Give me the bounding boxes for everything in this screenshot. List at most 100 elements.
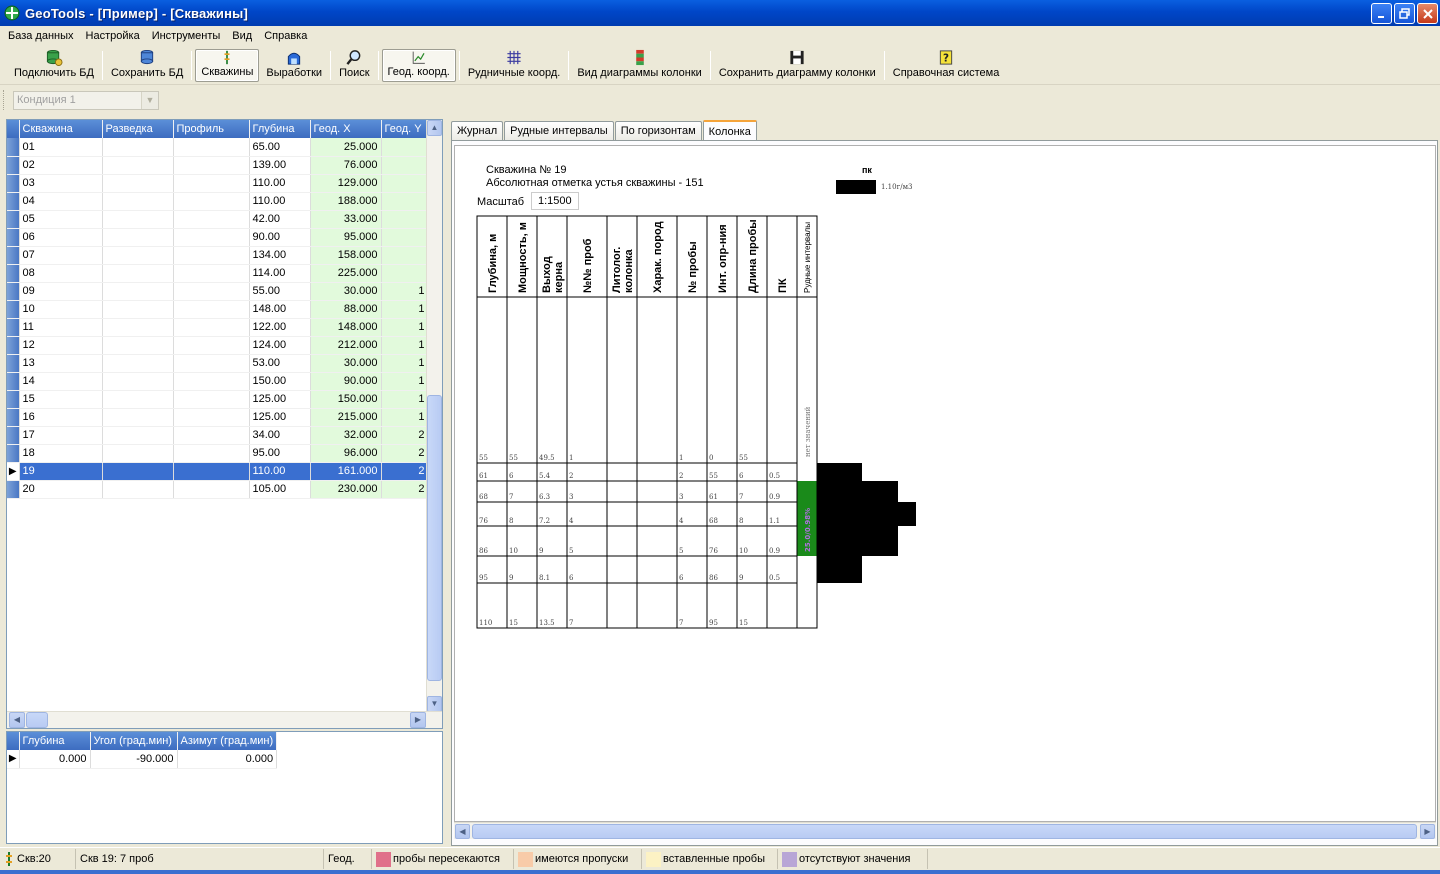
cell-geod-y[interactable]: 1 — [381, 372, 429, 391]
cell-depth[interactable]: 34.00 — [249, 426, 311, 445]
cell-profile[interactable] — [173, 282, 250, 301]
scroll-left-icon[interactable]: ◀ — [455, 824, 470, 839]
table-row[interactable]: 14 150.00 90.000 1 — [7, 372, 429, 391]
panel-splitter[interactable] — [446, 118, 450, 846]
condition-select[interactable]: Кондиция 1 ▼ — [13, 91, 159, 110]
cell-exploration[interactable] — [102, 174, 174, 193]
cell-well[interactable]: 09 — [19, 282, 103, 301]
table-row[interactable]: 18 95.00 96.000 2 — [7, 444, 429, 463]
table-row[interactable]: 09 55.00 30.000 1 — [7, 282, 429, 301]
cell-geod-y[interactable] — [381, 246, 429, 265]
cell-geod-x[interactable]: 90.000 — [310, 372, 382, 391]
cell-exploration[interactable] — [102, 390, 174, 409]
cell-depth[interactable]: 65.00 — [249, 138, 311, 157]
cell-exploration[interactable] — [102, 300, 174, 319]
cell-geod-y[interactable]: 1 — [381, 390, 429, 409]
cell-well[interactable]: 04 — [19, 192, 103, 211]
cell-exploration[interactable] — [102, 210, 174, 229]
cell-depth[interactable]: 55.00 — [249, 282, 311, 301]
cell-well[interactable]: 13 — [19, 354, 103, 373]
workings-button[interactable]: Выработки — [261, 49, 327, 82]
cell-depth[interactable]: 42.00 — [249, 210, 311, 229]
cell-well[interactable]: 18 — [19, 444, 103, 463]
menu-tools[interactable]: Инструменты — [146, 30, 227, 42]
scroll-thumb[interactable] — [427, 395, 442, 681]
help-button[interactable]: ? Справочная система — [888, 49, 1005, 82]
cell-depth[interactable]: 95.00 — [249, 444, 311, 463]
table-row[interactable]: 01 65.00 25.000 — [7, 138, 429, 157]
cell-geod-y[interactable] — [381, 210, 429, 229]
cell-depth[interactable]: 114.00 — [249, 264, 311, 283]
cell-profile[interactable] — [173, 336, 250, 355]
table-row[interactable]: 08 114.00 225.000 — [7, 264, 429, 283]
save-column-button[interactable]: Сохранить диаграмму колонки — [714, 49, 881, 82]
cell-well[interactable]: 16 — [19, 408, 103, 427]
cell-well[interactable]: 06 — [19, 228, 103, 247]
cell-geod-x[interactable]: 95.000 — [310, 228, 382, 247]
cell-exploration[interactable] — [102, 318, 174, 337]
cell-well[interactable]: 20 — [19, 480, 103, 499]
cell-exploration[interactable] — [102, 480, 174, 499]
cell-geod-x[interactable]: 32.000 — [310, 426, 382, 445]
cell-geod-y[interactable] — [381, 228, 429, 247]
cell-exploration[interactable] — [102, 156, 174, 175]
cell-profile[interactable] — [173, 318, 250, 337]
cell-geod-y[interactable]: 1 — [381, 408, 429, 427]
cell-well[interactable]: 01 — [19, 138, 103, 157]
column-header-well[interactable]: Скважина — [19, 120, 103, 138]
menu-view[interactable]: Вид — [226, 30, 258, 42]
cell-geod-x[interactable]: 88.000 — [310, 300, 382, 319]
cell-exploration[interactable] — [102, 372, 174, 391]
table-row[interactable]: 15 125.00 150.000 1 — [7, 390, 429, 409]
cell-geod-y[interactable] — [381, 156, 429, 175]
scroll-up-icon[interactable]: ▲ — [427, 120, 442, 136]
cell-depth[interactable]: 125.00 — [249, 390, 311, 409]
cell-geod-x[interactable]: 96.000 — [310, 444, 382, 463]
cell-profile[interactable] — [173, 264, 250, 283]
table-row[interactable]: 07 134.00 158.000 — [7, 246, 429, 265]
cell-geod-y[interactable] — [381, 174, 429, 193]
table-row[interactable]: 02 139.00 76.000 — [7, 156, 429, 175]
cell-geod-y[interactable]: 2 — [381, 480, 429, 499]
cell-depth[interactable]: 90.00 — [249, 228, 311, 247]
cell-profile[interactable] — [173, 480, 250, 499]
cell-well[interactable]: 12 — [19, 336, 103, 355]
cell-geod-x[interactable]: 30.000 — [310, 354, 382, 373]
cell-geod-x[interactable]: 129.000 — [310, 174, 382, 193]
cell-exploration[interactable] — [102, 192, 174, 211]
table-row[interactable]: 12 124.00 212.000 1 — [7, 336, 429, 355]
cell-geod-y[interactable]: 1 — [381, 282, 429, 301]
cell-geod-x[interactable]: 212.000 — [310, 336, 382, 355]
cell-geod-x[interactable]: 188.000 — [310, 192, 382, 211]
cell-exploration[interactable] — [102, 444, 174, 463]
cell-profile[interactable] — [173, 426, 250, 445]
table-row[interactable]: 16 125.00 215.000 1 — [7, 408, 429, 427]
cell-depth[interactable]: 122.00 — [249, 318, 311, 337]
wells-horizontal-scrollbar[interactable]: ◀ ▶ — [7, 711, 442, 728]
cell-well[interactable]: 03 — [19, 174, 103, 193]
cell-profile[interactable] — [173, 138, 250, 157]
table-row[interactable]: 20 105.00 230.000 2 — [7, 480, 429, 499]
cell-exploration[interactable] — [102, 282, 174, 301]
cell-depth[interactable]: 110.00 — [249, 174, 311, 193]
cell-geod-y[interactable]: 2 — [381, 462, 429, 481]
scroll-thumb[interactable] — [472, 824, 1417, 839]
cell-profile[interactable] — [173, 228, 250, 247]
cell-geod-y[interactable] — [381, 264, 429, 283]
cell-well[interactable]: 19 — [19, 462, 103, 481]
geod-coords-button[interactable]: Геод. коорд. — [381, 49, 456, 82]
table-row[interactable]: 04 110.00 188.000 — [7, 192, 429, 211]
menu-database[interactable]: База данных — [2, 30, 80, 42]
cell-depth[interactable]: 139.00 — [249, 156, 311, 175]
cell-depth[interactable]: 124.00 — [249, 336, 311, 355]
cell-well[interactable]: 11 — [19, 318, 103, 337]
cell-profile[interactable] — [173, 156, 250, 175]
column-header-profile[interactable]: Профиль — [173, 120, 250, 138]
cell-well[interactable]: 08 — [19, 264, 103, 283]
cell-depth[interactable]: 125.00 — [249, 408, 311, 427]
cell-profile[interactable] — [173, 210, 250, 229]
cell-geod-x[interactable]: 215.000 — [310, 408, 382, 427]
table-row[interactable]: 17 34.00 32.000 2 — [7, 426, 429, 445]
cell-profile[interactable] — [173, 408, 250, 427]
cell-exploration[interactable] — [102, 462, 174, 481]
